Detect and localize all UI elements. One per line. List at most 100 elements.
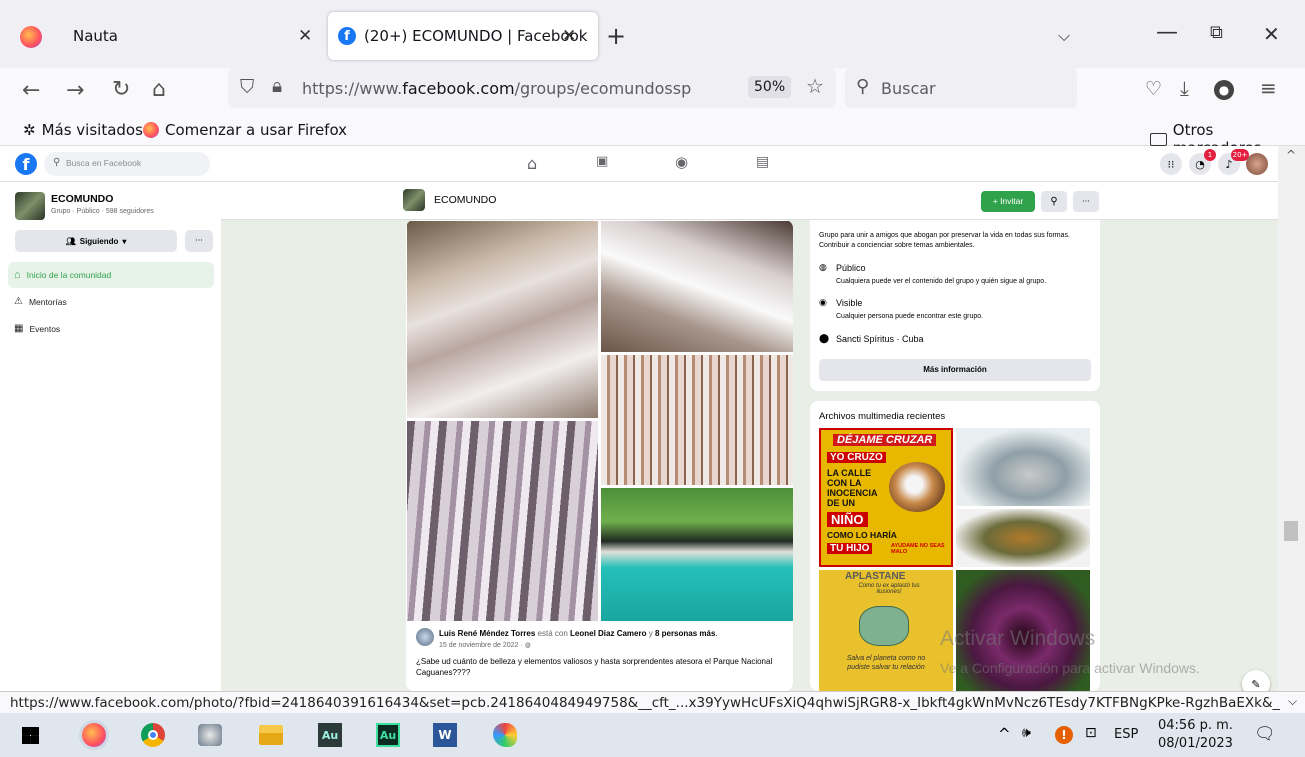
tab-nauta[interactable]: Nauta ✕ bbox=[58, 12, 323, 60]
new-tab-button[interactable]: + bbox=[606, 22, 626, 50]
post-and-text: y bbox=[646, 629, 655, 638]
post-others[interactable]: 8 personas más bbox=[655, 629, 715, 638]
tray-chevron-icon[interactable]: ^ bbox=[998, 725, 1011, 743]
post-photo-cave-2[interactable] bbox=[601, 221, 793, 352]
poster-ayudame: AYUDAME NO SEAS MALO bbox=[891, 543, 945, 555]
mentorship-icon: ⚠︎ bbox=[14, 296, 23, 307]
chevron-down-icon[interactable]: ⌵ bbox=[1288, 694, 1297, 709]
group-header: ECOMUNDO + Invitar ⚲ ··· bbox=[221, 182, 1278, 220]
network-icon[interactable]: ⊡ bbox=[1085, 725, 1097, 741]
facebook-search-input[interactable]: ⚲ Busca en Facebook bbox=[44, 152, 210, 176]
author-avatar[interactable] bbox=[416, 628, 434, 646]
poster-body: LA CALLE CON LA INOCENCIA DE UN bbox=[827, 468, 878, 508]
menu-item-home[interactable]: ⌂ Inicio de la comunidad bbox=[14, 269, 111, 281]
group-thumbnail[interactable] bbox=[15, 192, 45, 220]
facebook-icon: f bbox=[338, 27, 356, 45]
search-bar[interactable]: ⚲ Buscar bbox=[845, 68, 1077, 108]
menu-icon[interactable]: ≡ bbox=[1260, 76, 1277, 100]
activate-windows-title: Activar Windows bbox=[940, 627, 1096, 650]
account-icon[interactable]: ● bbox=[1214, 80, 1234, 100]
media-bear-art[interactable] bbox=[956, 428, 1090, 506]
post-photo-cave-1[interactable] bbox=[407, 221, 598, 418]
paint-icon[interactable] bbox=[493, 723, 517, 747]
volume-icon[interactable]: 🕪︎ bbox=[1022, 725, 1031, 741]
star-icon[interactable]: ☆ bbox=[806, 74, 824, 98]
word-icon[interactable]: W bbox=[433, 723, 457, 747]
messenger-badge: 1 bbox=[1204, 149, 1216, 161]
media-poster-plastic[interactable]: APLASTANE Como tu ex aplastó tus ilusion… bbox=[819, 570, 953, 691]
scrollbar-thumb[interactable] bbox=[1284, 521, 1298, 541]
media-monkey-art[interactable] bbox=[956, 509, 1090, 567]
alert-icon[interactable]: ! bbox=[1055, 726, 1073, 744]
back-icon[interactable]: ← bbox=[22, 78, 40, 103]
close-window-button[interactable]: ✕ bbox=[1263, 22, 1280, 46]
nav-groups-icon[interactable]: ◉ bbox=[675, 153, 688, 171]
bookmark-get-started[interactable]: Comenzar a usar Firefox bbox=[143, 121, 347, 139]
poster-hijo: TU HIJO bbox=[827, 543, 873, 554]
firefox-taskbar-icon[interactable] bbox=[82, 723, 106, 747]
language-indicator[interactable]: ESP bbox=[1114, 727, 1138, 742]
firefox-icon bbox=[143, 122, 159, 138]
post-date[interactable]: 15 de noviembre de 2022 · bbox=[439, 642, 525, 649]
chevron-down-icon[interactable]: ⌵ bbox=[1058, 26, 1070, 46]
post-author[interactable]: Luis René Méndez Torres bbox=[439, 629, 535, 638]
facebook-logo-icon[interactable]: f bbox=[15, 153, 37, 175]
firefox-view-icon[interactable] bbox=[20, 26, 42, 48]
poster-yo-cruzo: YO CRUZO bbox=[827, 452, 886, 463]
home-icon: ⌂ bbox=[14, 269, 21, 281]
bookmark-most-visited[interactable]: ✲ Más visitados bbox=[23, 121, 143, 139]
tab-title: (20+) ECOMUNDO | Facebook bbox=[364, 27, 588, 45]
lock-icon: 🔒︎ bbox=[272, 75, 283, 97]
home-icon[interactable]: ⌂ bbox=[152, 77, 166, 102]
invite-button[interactable]: + Invitar bbox=[981, 191, 1035, 212]
about-public-text: Cualquiera puede ver el contenido del gr… bbox=[836, 278, 1047, 285]
shield-icon: ⛉ bbox=[240, 76, 255, 98]
group-header-more-button[interactable]: ··· bbox=[1073, 191, 1099, 212]
activate-windows-subtitle: Ve a Configuración para activar Windows. bbox=[940, 660, 1200, 676]
file-explorer-icon[interactable] bbox=[259, 725, 283, 745]
forward-icon[interactable]: → bbox=[66, 78, 84, 103]
reload-icon[interactable]: ↻ bbox=[112, 77, 130, 102]
globe-icon: ◍ bbox=[524, 642, 531, 649]
page-scrollbar[interactable]: ^ bbox=[1278, 146, 1305, 691]
notification-center-icon[interactable]: 🗨︎ bbox=[1254, 724, 1276, 744]
avatar[interactable] bbox=[1246, 153, 1268, 175]
clock-time[interactable]: 04:56 p. m. bbox=[1158, 718, 1233, 733]
post-tagged[interactable]: Leonel Diaz Camero bbox=[570, 629, 646, 638]
group-more-button[interactable]: ··· bbox=[185, 230, 213, 252]
more-info-button[interactable]: Más información bbox=[819, 359, 1091, 381]
following-button[interactable]: 👥︎ Siguiendo ▾ bbox=[15, 230, 177, 252]
close-icon[interactable]: ✕ bbox=[562, 26, 576, 46]
zoom-indicator[interactable]: 50% bbox=[748, 76, 792, 98]
tab-facebook[interactable]: f (20+) ECOMUNDO | Facebook ✕ bbox=[328, 12, 598, 60]
dog-photo bbox=[889, 462, 945, 512]
menu-grid-icon[interactable]: ⁝⁝ bbox=[1160, 153, 1182, 175]
scroll-up-icon[interactable]: ^ bbox=[1286, 148, 1296, 162]
group-search-button[interactable]: ⚲ bbox=[1041, 191, 1067, 212]
audition-icon-2[interactable]: Au bbox=[376, 723, 400, 747]
menu-item-eventos[interactable]: ▦ Eventos bbox=[14, 323, 60, 334]
chrome-taskbar-icon[interactable] bbox=[141, 723, 165, 747]
post-photo-cave-3[interactable] bbox=[601, 355, 793, 485]
poster-ex-text: Como tu ex aplastó tus ilusiones! bbox=[858, 583, 920, 595]
nav-watch-icon[interactable]: ▣ bbox=[596, 154, 608, 169]
pocket-icon[interactable]: ♡ bbox=[1145, 78, 1162, 100]
media-poster-crossing[interactable]: DÉJAME CRUZAR YO CRUZO LA CALLE CON LA I… bbox=[819, 428, 953, 567]
app-taskbar-icon[interactable] bbox=[198, 724, 222, 746]
minimize-button[interactable]: — bbox=[1156, 20, 1178, 45]
audition-icon[interactable]: Au bbox=[318, 723, 342, 747]
caret-down-icon: ▾ bbox=[122, 236, 127, 246]
menu-item-mentorias[interactable]: ⚠︎ Mentorías bbox=[14, 296, 67, 307]
nav-home-icon[interactable]: ⌂ bbox=[527, 154, 537, 173]
bottle-illustration bbox=[859, 606, 909, 646]
group-name[interactable]: ECOMUNDO bbox=[51, 193, 113, 205]
url-bar[interactable]: ⛉ 🔒︎ https://www.facebook.com/groups/eco… bbox=[228, 68, 836, 108]
windows-start-icon[interactable] bbox=[22, 727, 39, 744]
post-photo-lagoon[interactable] bbox=[601, 488, 793, 621]
restore-button[interactable]: ⧉ bbox=[1210, 22, 1223, 43]
download-icon[interactable]: ⤓ bbox=[1180, 76, 1189, 100]
close-icon[interactable]: ✕ bbox=[298, 26, 312, 46]
post-photo-cave-4[interactable] bbox=[407, 421, 598, 621]
clock-date[interactable]: 08/01/2023 bbox=[1158, 736, 1233, 751]
nav-gaming-icon[interactable]: ▤ bbox=[756, 154, 769, 170]
